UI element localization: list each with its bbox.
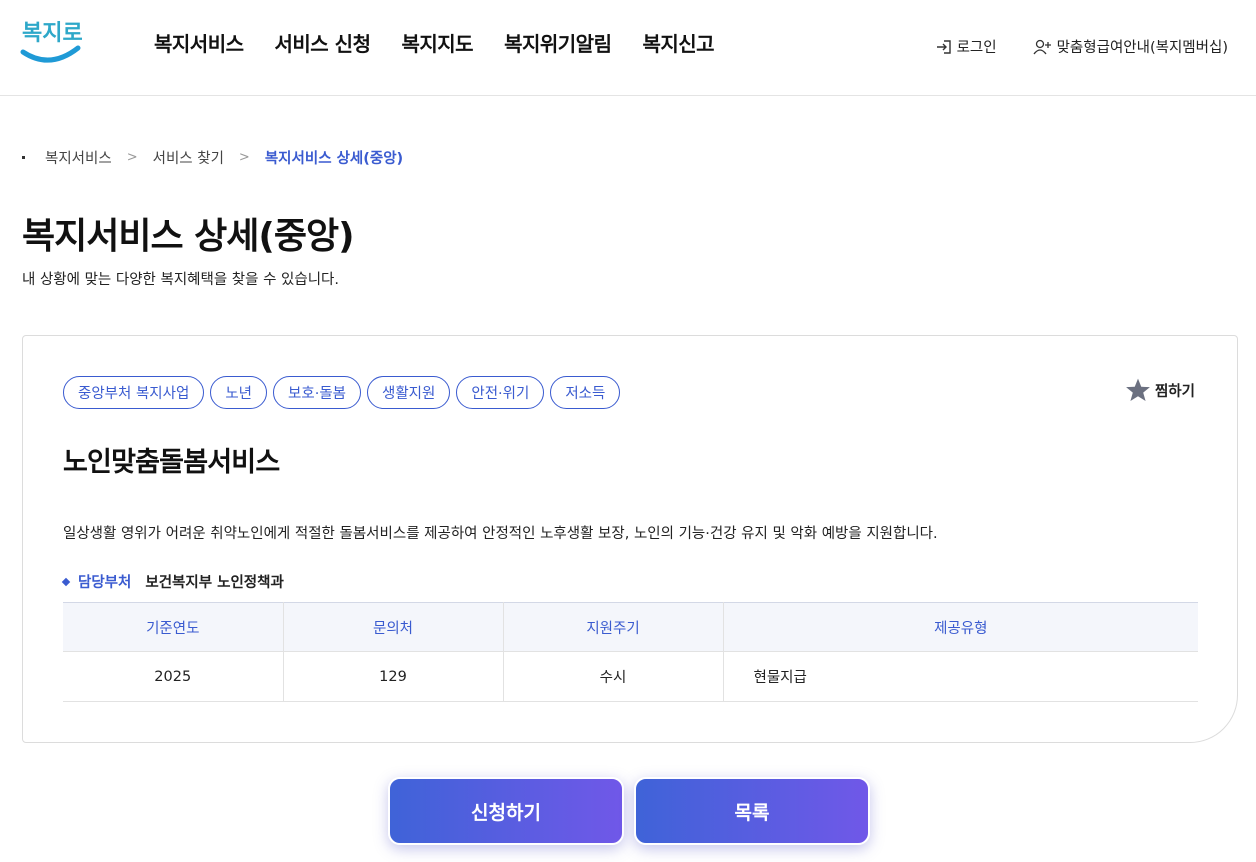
page-title: 복지서비스 상세(중앙) [22, 216, 355, 257]
login-label: 로그인 [956, 40, 997, 56]
cell-contact: 129 [283, 651, 504, 702]
chevron-right-icon: > [126, 150, 138, 165]
cell-support-cycle: 수시 [503, 651, 724, 702]
breadcrumb-item-welfare[interactable]: 복지서비스 [45, 147, 112, 168]
favorite-label: 찜하기 [1154, 383, 1195, 400]
header-support-cycle: 지원주기 [503, 602, 724, 652]
header-provision-type: 제공유형 [723, 602, 1198, 652]
list-button[interactable]: 목록 [634, 777, 870, 845]
nav-crisis-alert[interactable]: 복지위기알림 [504, 28, 612, 57]
department-value: 보건복지부 노인정책과 [145, 575, 284, 591]
breadcrumb: 복지서비스 > 서비스 찾기 > 복지서비스 상세(중앙) [22, 147, 403, 168]
action-buttons: 신청하기 목록 [388, 777, 870, 845]
utility-menu: 로그인 맞춤형급여안내(복지멤버십) [899, 36, 1228, 57]
membership-link[interactable]: 맞춤형급여안내(복지멤버십) [1033, 36, 1228, 57]
tag-list: 중앙부처 복지사업 노년 보호·돌봄 생활지원 안전·위기 저소득 [63, 376, 621, 409]
nav-welfare-map[interactable]: 복지지도 [401, 28, 473, 57]
chevron-right-icon: > [238, 150, 250, 165]
top-utility-strip [840, 0, 1240, 4]
site-logo[interactable]: 복지로 [20, 12, 83, 68]
department-label: 담당부처 [78, 575, 132, 591]
tag-item[interactable]: 저소득 [550, 376, 621, 409]
nav-welfare-service[interactable]: 복지서비스 [154, 28, 244, 57]
favorite-button[interactable]: 찜하기 [1125, 377, 1195, 403]
service-description: 일상생활 영위가 어려운 취약노인에게 적절한 돌봄서비스를 제공하여 안정적인… [63, 526, 938, 542]
breadcrumb-item-current: 복지서비스 상세(중앙) [264, 151, 404, 167]
table-row: 2025 129 수시 현물지급 [63, 651, 1198, 702]
cell-provision-type: 현물지급 [723, 651, 1198, 702]
home-dot-icon [22, 156, 25, 159]
user-add-icon [1033, 39, 1051, 54]
tag-item[interactable]: 보호·돌봄 [273, 376, 361, 409]
tag-item[interactable]: 노년 [210, 376, 268, 409]
header-base-year: 기준연도 [63, 602, 284, 652]
nav-welfare-report[interactable]: 복지신고 [642, 28, 714, 57]
breadcrumb-item-search[interactable]: 서비스 찾기 [153, 147, 224, 168]
logo-mark: 복지로 [20, 21, 83, 63]
login-link[interactable]: 로그인 [935, 36, 997, 57]
tag-item[interactable]: 중앙부처 복지사업 [63, 376, 205, 409]
table-header-row: 기준연도 문의처 지원주기 제공유형 [63, 602, 1198, 652]
tag-item[interactable]: 안전·위기 [456, 376, 545, 409]
star-icon [1126, 378, 1150, 402]
diamond-bullet-icon [61, 577, 71, 586]
login-icon [936, 39, 951, 54]
logo-text: 복지로 [22, 21, 82, 46]
header-contact: 문의처 [283, 602, 504, 652]
apply-button[interactable]: 신청하기 [388, 777, 624, 845]
cell-base-year: 2025 [63, 651, 284, 702]
site-header: 복지로 복지서비스 서비스 신청 복지지도 복지위기알림 복지신고 로그인 맞춤… [0, 0, 1256, 96]
department-info: 담당부처 보건복지부 노인정책과 [61, 571, 284, 592]
service-info-table: 기준연도 문의처 지원주기 제공유형 2025 129 수시 현물지급 [63, 602, 1198, 702]
service-name: 노인맞춤돌봄서비스 [63, 447, 280, 478]
page-subtitle: 내 상황에 맞는 다양한 복지혜택을 찾을 수 있습니다. [22, 272, 340, 288]
main-nav: 복지서비스 서비스 신청 복지지도 복지위기알림 복지신고 [154, 28, 745, 57]
membership-label: 맞춤형급여안내(복지멤버십) [1056, 40, 1228, 56]
tag-item[interactable]: 생활지원 [367, 376, 451, 409]
service-detail-card: 중앙부처 복지사업 노년 보호·돌봄 생활지원 안전·위기 저소득 찜하기 노인… [22, 335, 1238, 743]
nav-service-apply[interactable]: 서비스 신청 [275, 28, 371, 57]
